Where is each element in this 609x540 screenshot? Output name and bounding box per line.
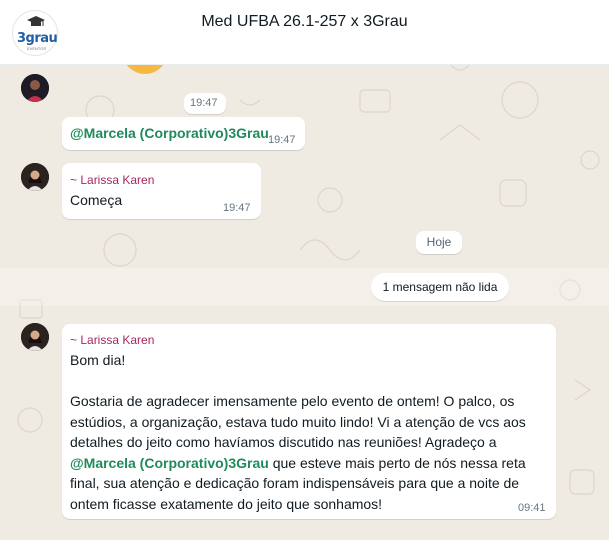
message-line: detalhes do jeito como havíamos discutid… [70,434,497,450]
unread-band [0,268,609,306]
message-line: @Marcela (Corporativo)3Grau que esteve m… [70,453,555,474]
message-line: final, sua atenção e dedicação foram ind… [70,475,520,491]
avatar[interactable] [21,163,49,191]
sender-name[interactable]: ~ Larissa Karen [70,173,154,187]
avatar[interactable] [21,74,49,102]
chat-header: 3grau EVENTOS Med UFBA 26.1-257 x 3Grau [0,0,609,65]
message-bubble[interactable]: ~ Larissa Karen Começa 19:47 [62,163,261,219]
message-text: Bom dia! Gostaria de agradecer imensamen… [70,350,555,514]
message-line: ontem ficasse exatamente do jeito que so… [70,495,383,512]
message-bubble[interactable]: @Marcela (Corporativo)3Grau 19:47 [62,117,305,150]
date-separator: Hoje [416,231,462,254]
message-line: estúdios, a organização, estava tudo mui… [70,413,526,430]
message-time: 19:47 [223,202,251,214]
group-title[interactable]: Med UFBA 26.1-257 x 3Grau [0,13,609,31]
avatar[interactable] [21,323,49,351]
message-line: Gostaria de agradecer imensamente pelo e… [70,393,515,409]
message-bubble[interactable]: 19:47 [184,93,226,114]
mention-link[interactable]: @Marcela (Corporativo)3Grau [70,455,269,471]
message-time: 09:41 [518,502,546,514]
logo-text: 3grau [17,31,58,46]
message-bubble[interactable]: ~ Larissa Karen Bom dia! Gostaria de agr… [62,324,556,519]
sender-name[interactable]: ~ Larissa Karen [70,333,154,347]
message-text: Começa [70,192,123,208]
message-time: 19:47 [268,134,296,146]
unread-indicator: 1 mensagem não lida [371,273,509,301]
logo-subtext: EVENTOS [27,46,47,51]
date-label: Hoje [426,235,452,249]
message-time: 19:47 [190,97,218,109]
message-greeting: Bom dia! [70,352,126,368]
unread-label: 1 mensagem não lida [382,280,498,294]
message-fragment: que esteve mais perto de nós nessa reta [268,454,526,471]
mention-link[interactable]: @Marcela (Corporativo)3Grau [70,125,269,141]
